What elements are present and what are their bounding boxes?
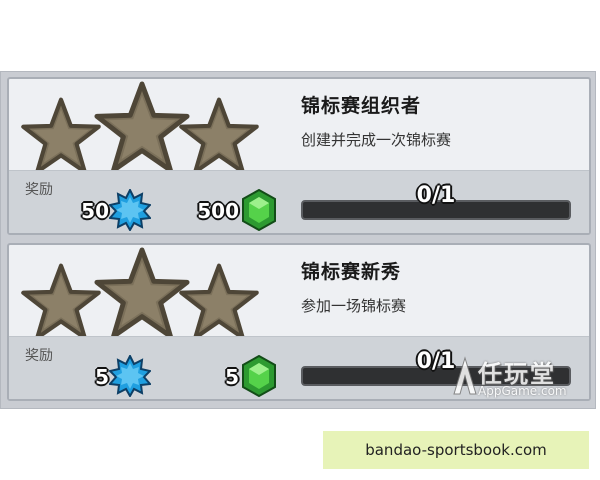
watermark-site: AppGame.com [478, 384, 567, 398]
reward-label: 奖励 [25, 182, 53, 198]
reward-label: 奖励 [25, 348, 53, 364]
gem-amount: 5 [225, 365, 239, 389]
star-rating [9, 79, 289, 179]
star-icon [97, 84, 187, 170]
star-rating [9, 245, 289, 345]
progress-text: 0/1 [416, 183, 456, 208]
gem-icon [242, 189, 276, 231]
star-icon [97, 250, 187, 336]
xp-amount: 5 [95, 365, 109, 389]
gem-icon [242, 355, 276, 397]
achievement-card[interactable]: 锦标赛组织者 创建并完成一次锦标赛 奖励 50 500 0/1 [7, 77, 591, 235]
gem-amount: 500 [197, 199, 239, 223]
star-icon [23, 100, 98, 172]
achievement-description: 创建并完成一次锦标赛 [301, 131, 452, 149]
star-icon [181, 266, 256, 338]
ad-banner[interactable]: bandao-sportsbook.com [323, 431, 589, 469]
site-watermark: 任玩堂 AppGame.com [452, 352, 592, 402]
xp-amount: 50 [81, 199, 109, 223]
ad-text[interactable]: bandao-sportsbook.com [365, 441, 547, 459]
xp-badge-icon [109, 189, 151, 231]
star-icon [181, 100, 256, 172]
achievement-title: 锦标赛组织者 [301, 95, 422, 117]
star-icon [23, 266, 98, 338]
achievement-description: 参加一场锦标赛 [301, 297, 407, 315]
watermark-logo-icon [453, 356, 477, 395]
xp-badge-icon [109, 355, 151, 397]
achievement-title: 锦标赛新秀 [301, 261, 402, 283]
